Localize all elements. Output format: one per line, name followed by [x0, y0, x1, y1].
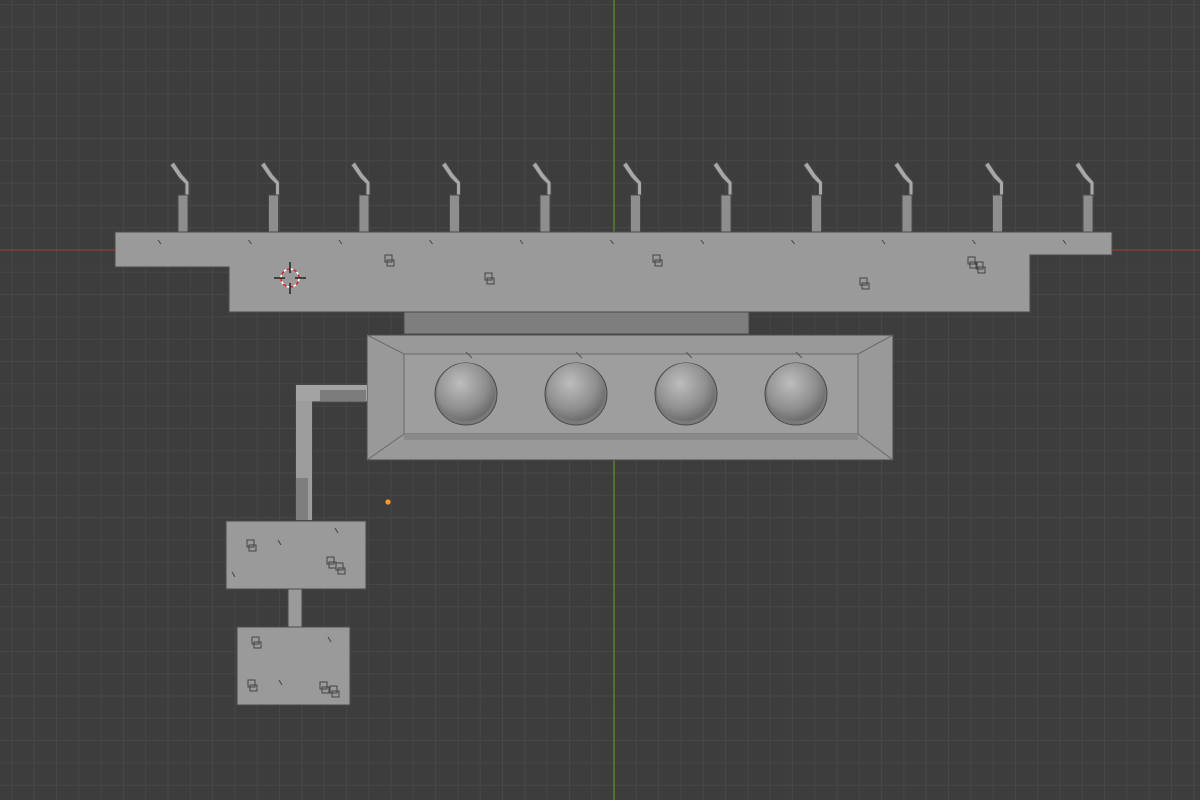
- upper-platform-mesh[interactable]: [114, 231, 1113, 335]
- connector-mesh[interactable]: [287, 588, 303, 628]
- object-origin-icon[interactable]: [385, 499, 391, 505]
- 3d-viewport[interactable]: [0, 0, 1200, 800]
- lower-box-1-mesh[interactable]: [225, 520, 367, 590]
- pipe-mesh[interactable]: [295, 384, 368, 521]
- viewport-canvas[interactable]: [0, 0, 1200, 800]
